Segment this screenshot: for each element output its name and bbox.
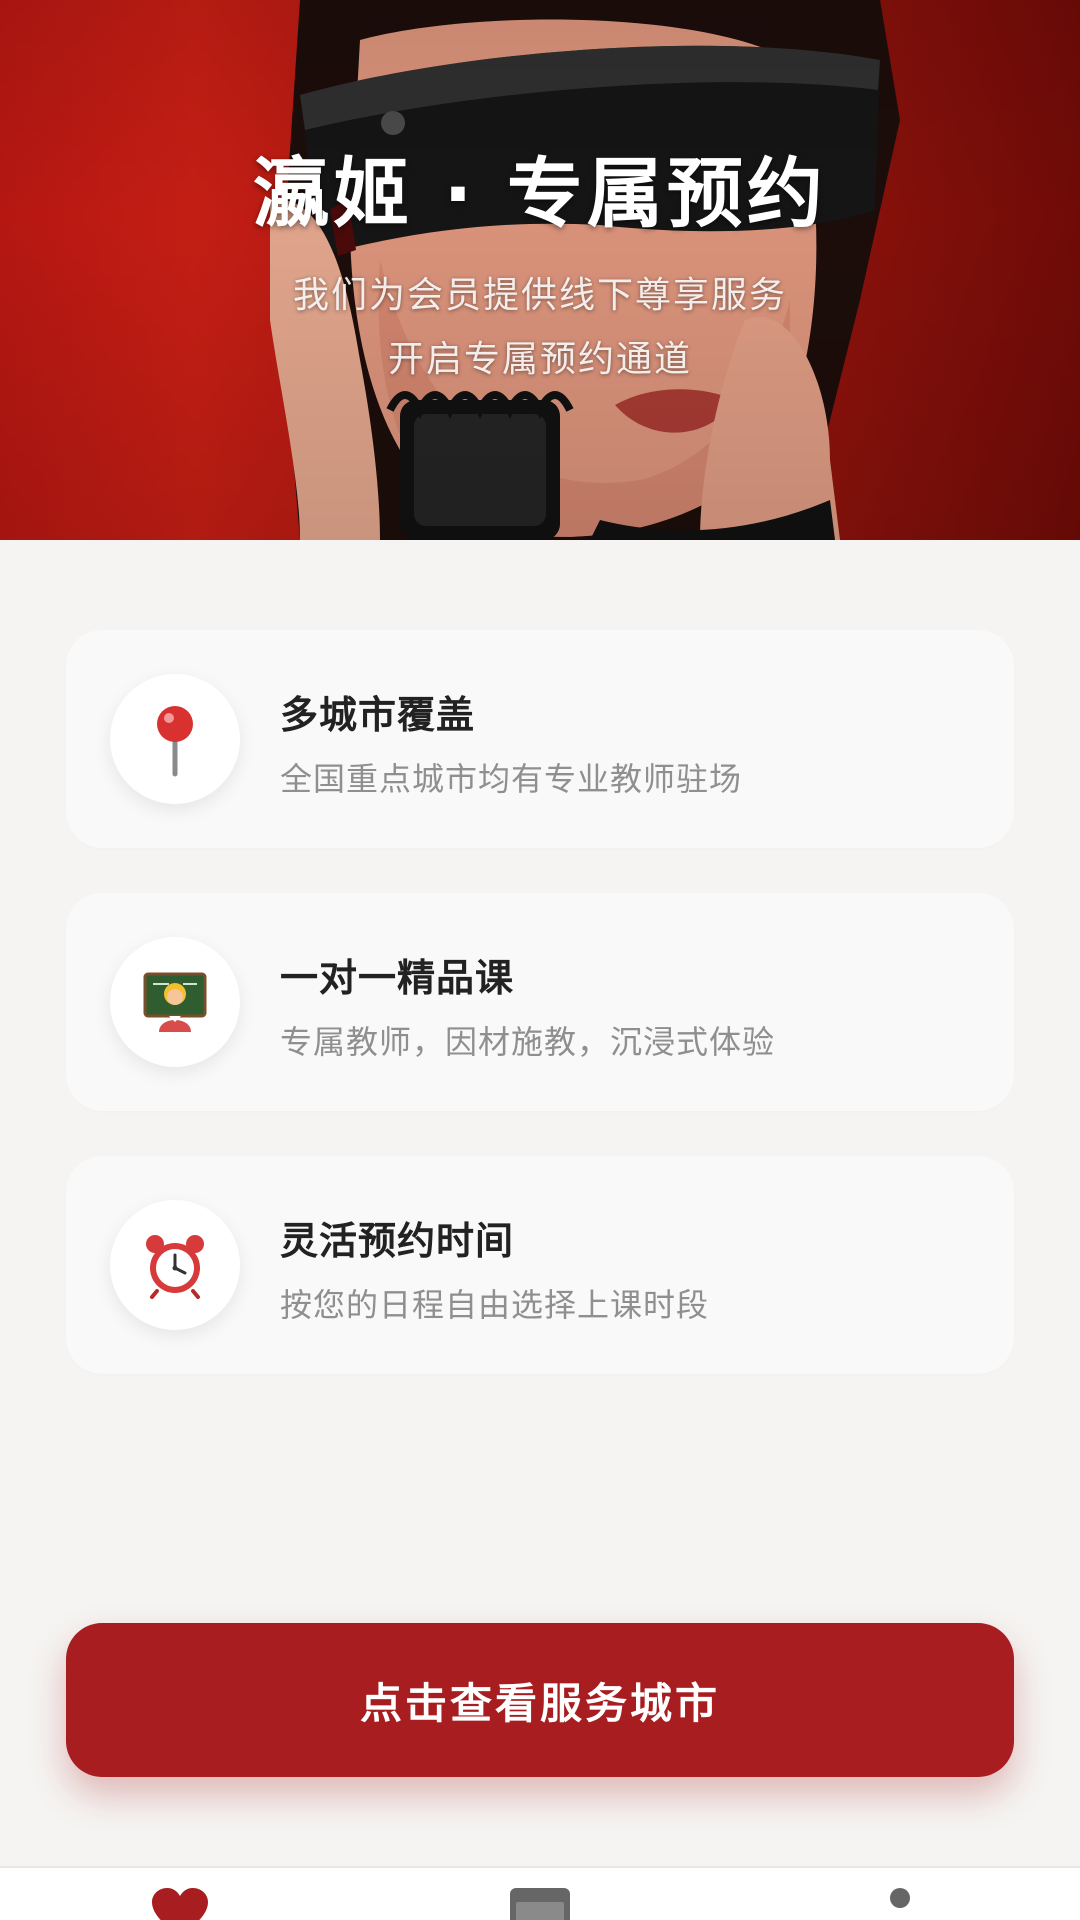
- feature-card-private-class: 一对一精品课 专属教师，因材施教，沉浸式体验: [66, 893, 1014, 1111]
- page-title: 瀛姬 · 专属预约: [253, 149, 827, 238]
- feature-description: 全国重点城市均有专业教师驻场: [280, 760, 743, 798]
- feature-description: 专属教师，因材施教，沉浸式体验: [280, 1023, 776, 1061]
- feature-title: 一对一精品课: [280, 956, 515, 1000]
- feature-card-flexible-time: 灵活预约时间 按您的日程自由选择上课时段: [66, 1156, 1014, 1374]
- hero-banner: 瀛姬 · 专属预约 我们为会员提供线下尊享服务 开启专属预约通道: [0, 0, 1080, 540]
- hero-subtitle-line-1: 我们为会员提供线下尊享服务: [292, 275, 787, 316]
- feature-title: 灵活预约时间: [280, 1219, 515, 1263]
- heart-icon: [152, 1888, 208, 1920]
- feature-title: 多城市覆盖: [280, 693, 476, 737]
- calendar-icon: [510, 1888, 570, 1920]
- pin-icon: [110, 674, 240, 804]
- teacher-icon: [110, 937, 240, 1067]
- alarm-clock-icon: [110, 1200, 240, 1330]
- bottom-tab-bar: [0, 1866, 1080, 1920]
- view-service-cities-button[interactable]: 点击查看服务城市: [66, 1623, 1014, 1777]
- profile-icon: [890, 1888, 910, 1908]
- tab-profile[interactable]: [870, 1888, 930, 1920]
- tab-home[interactable]: [150, 1888, 210, 1920]
- feature-card-cities: 多城市覆盖 全国重点城市均有专业教师驻场: [66, 630, 1014, 848]
- tab-booking[interactable]: [510, 1888, 570, 1920]
- hero-subtitle-line-2: 开启专属预约通道: [387, 339, 692, 380]
- feature-description: 按您的日程自由选择上课时段: [280, 1286, 710, 1324]
